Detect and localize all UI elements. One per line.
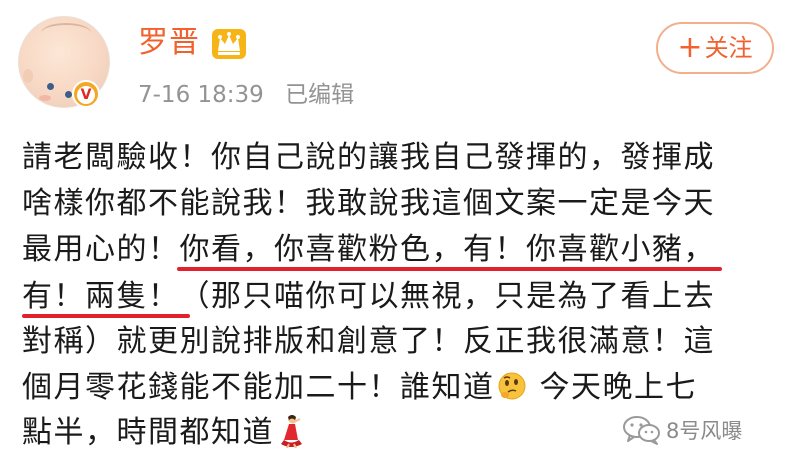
post-text-line-7: 點半，時間都知道 [22,413,306,453]
avatar-eye-left [47,83,54,90]
verified-badge-icon: V [72,80,100,108]
avatar-eye-right [65,91,72,98]
plus-icon: + [677,30,703,65]
thinking-face-emoji [497,371,527,401]
post-text-line-2: 啥樣你都不能說我！我敢說我這個文案一定是今天 [22,186,715,221]
avatar-hair [41,23,91,43]
post-text-line-6: 個月零花錢能不能加二十！誰知道 今天晚上七 [22,368,697,408]
post-meta: 7-16 18:39 已编辑 [138,80,354,110]
follow-button[interactable]: +关注 [656,22,774,74]
watermark-text: 8号风曝 [666,419,743,443]
highlight-underline-1 [177,267,722,271]
edited-label: 已编辑 [285,82,355,108]
avatar-cheek [39,95,51,101]
crown-icon [212,29,246,59]
wechat-icon [623,416,660,445]
watermark: 8号风曝 [622,412,742,448]
dancer-emoji [278,414,306,449]
weibo-post-screenshot: V 罗晋 7-16 18:39 已编辑 +关注 請老闆驗收！你自己說的讓我自己發… [0,0,788,460]
post-text-line-7-text: 點半，時間都知道 [22,415,274,450]
avatar-ear [23,69,33,83]
post-text-line-1: 請老闆驗收！你自己說的讓我自己發揮的，發揮成 [22,140,715,175]
post-text-line-6-head: 個月零花錢能不能加二十！誰知道 [22,370,495,405]
post-text-line-6-tail: 今天晚上七 [539,370,698,405]
highlight-underline-2 [22,314,190,318]
verified-badge-letter: V [77,86,95,104]
post-text-line-3: 最用心的！你看，你喜歡粉色，有！你喜歡小豬， [22,232,715,267]
post-timestamp: 7-16 18:39 [138,82,264,108]
post-text-line-5: 對稱）就更別說排版和創意了！反正我很滿意！這 [22,324,715,359]
username[interactable]: 罗晋 [138,24,200,62]
follow-label: 关注 [704,34,753,62]
post-text-line-4: 有！兩隻！（那只喵你可以無視，只是為了看上去 [22,279,715,314]
